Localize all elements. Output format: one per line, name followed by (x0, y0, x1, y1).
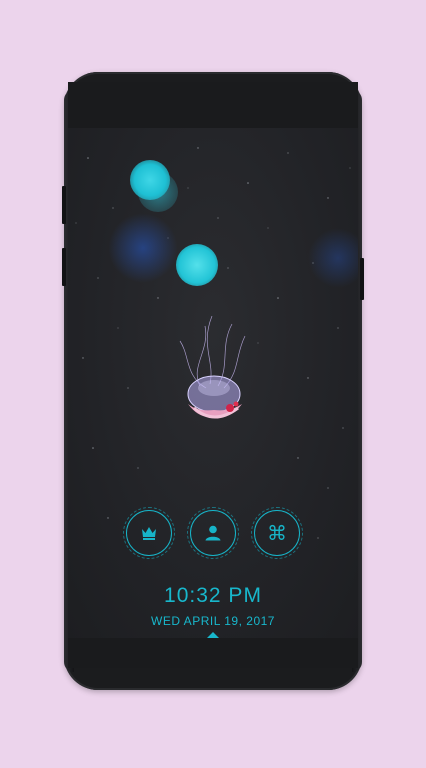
bokeh-light (176, 244, 218, 286)
shortcut-row: ⌘ (123, 507, 303, 560)
crown-shortcut-button[interactable] (123, 507, 175, 559)
bokeh-light (130, 160, 170, 200)
person-icon (205, 525, 221, 541)
jellyfish-image (179, 316, 246, 419)
clock-time: 10:32 PM (164, 584, 262, 607)
volume-up-button[interactable] (62, 186, 66, 224)
clock-date: WED APRIL 19, 2017 (151, 614, 275, 628)
lockscreen: ⌘ 10:32 PM WED APRIL 19, 2017 (68, 128, 358, 638)
navigation-bar (68, 638, 358, 668)
volume-down-button[interactable] (62, 248, 66, 286)
power-button[interactable] (360, 258, 364, 300)
command-icon: ⌘ (267, 521, 287, 545)
command-shortcut-button[interactable]: ⌘ (251, 507, 303, 559)
crown-icon (142, 527, 156, 540)
person-shortcut-button[interactable] (187, 507, 239, 559)
bokeh-glow (108, 213, 178, 283)
status-area (68, 82, 358, 128)
